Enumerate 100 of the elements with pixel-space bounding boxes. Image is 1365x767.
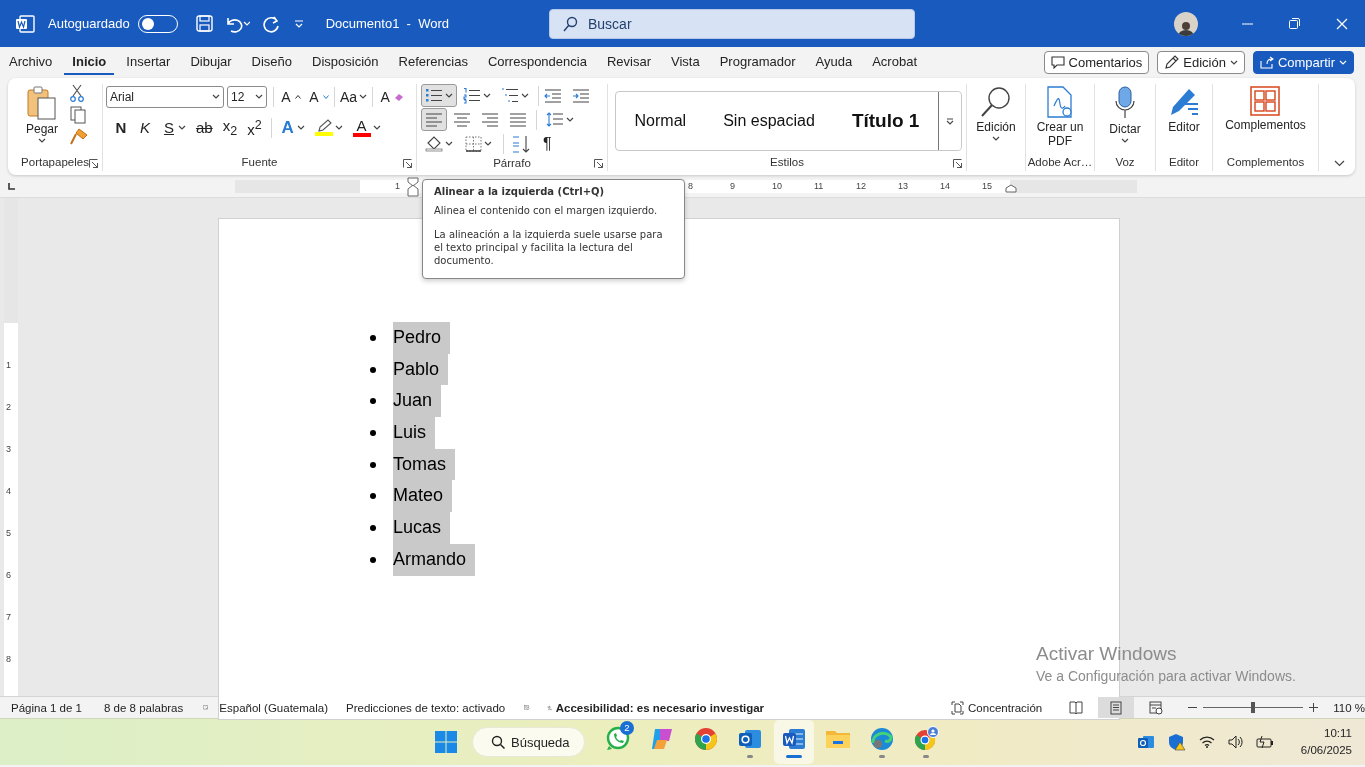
- avatar-icon[interactable]: [1174, 11, 1198, 36]
- comment-icon: [1050, 56, 1065, 69]
- search-field[interactable]: Buscar: [549, 8, 915, 39]
- style-option[interactable]: Normal: [634, 112, 687, 130]
- ribbon-tab[interactable]: Revisar: [598, 50, 659, 75]
- caret-icon: [1339, 60, 1347, 65]
- ruler-number: 1: [6, 360, 11, 370]
- text-predictions-label[interactable]: Predicciones de texto: activado: [346, 701, 506, 714]
- ribbon-tab[interactable]: Inicio: [64, 50, 115, 75]
- ribbon-tab[interactable]: Diseño: [243, 50, 301, 75]
- text-effects-button[interactable]: A: [276, 116, 309, 139]
- bulleted-list-button[interactable]: [421, 84, 457, 107]
- mail-tray-icon[interactable]: [1136, 734, 1155, 750]
- font-color-button[interactable]: A: [348, 116, 385, 139]
- bullet-icon: [370, 524, 376, 531]
- dialog-launcher-icon[interactable]: [953, 159, 962, 168]
- print-layout-button[interactable]: [1098, 697, 1135, 718]
- start-icon[interactable]: [434, 730, 458, 754]
- scissors-icon[interactable]: [70, 84, 85, 102]
- customize-icon[interactable]: [293, 19, 304, 28]
- ruler-number: 8: [688, 180, 693, 193]
- ribbon-tab[interactable]: Acrobat: [864, 50, 925, 75]
- ribbon-tab[interactable]: Insertar: [118, 50, 179, 75]
- search-input[interactable]: Buscar: [588, 9, 914, 38]
- bold-button[interactable]: N: [110, 116, 132, 139]
- security-warning-icon[interactable]: [1167, 733, 1186, 751]
- zoom-in-icon[interactable]: [1309, 703, 1319, 712]
- italic-button[interactable]: K: [134, 116, 156, 139]
- ribbon-tab[interactable]: Vista: [663, 50, 708, 75]
- dialog-launcher-icon[interactable]: [594, 159, 603, 168]
- up-mark-icon: [295, 94, 301, 99]
- tab-stop-icon[interactable]: [7, 182, 15, 190]
- bullet-icon: [370, 493, 376, 500]
- underline-button[interactable]: S: [158, 116, 190, 139]
- focus-mode-button[interactable]: Concentración: [951, 700, 1043, 715]
- ribbon-tab[interactable]: Archivo: [1, 50, 61, 75]
- sort-icon[interactable]: [511, 134, 531, 153]
- decrease-indent-icon[interactable]: [544, 88, 562, 103]
- word-count[interactable]: 8 de 8 palabras: [104, 701, 184, 714]
- shrink-font-button[interactable]: A: [304, 85, 332, 108]
- dictate-button[interactable]: Dictar: [1105, 84, 1145, 145]
- save-icon[interactable]: [195, 15, 213, 32]
- dialog-launcher-icon[interactable]: [403, 159, 412, 168]
- editor-button[interactable]: Editor: [1164, 84, 1204, 136]
- ribbon-tab[interactable]: Disposición: [304, 50, 387, 75]
- copy-icon[interactable]: [70, 106, 87, 124]
- style-option[interactable]: Sin espaciad: [723, 112, 815, 130]
- highlighter-icon: [315, 119, 332, 132]
- ribbon-tab[interactable]: Dibujar: [182, 50, 240, 75]
- list-item: Mateo: [393, 480, 453, 513]
- line-spacing-icon: [546, 112, 564, 127]
- superscript-button[interactable]: x$^{2}$: [243, 116, 266, 139]
- language-label[interactable]: Español (Guatemala): [219, 701, 328, 714]
- clear-formatting-button[interactable]: A: [375, 85, 408, 108]
- dialog-launcher-icon[interactable]: [89, 159, 98, 168]
- wifi-icon[interactable]: [1198, 736, 1215, 748]
- taskbar-app[interactable]: 2: [598, 720, 638, 764]
- ribbon-tab[interactable]: Correspondencia: [479, 50, 595, 75]
- search-icon: [562, 15, 578, 32]
- styles-more-button[interactable]: [938, 92, 961, 150]
- find-button[interactable]: Edición: [972, 84, 1020, 143]
- share-button[interactable]: Compartir: [1252, 51, 1354, 74]
- show-formatting-button[interactable]: ¶: [539, 132, 556, 155]
- caret-icon: [566, 117, 574, 122]
- ribbon-tab[interactable]: Ayuda: [807, 50, 861, 75]
- battery-charging-icon[interactable]: [1255, 735, 1274, 749]
- comments-button[interactable]: Comentarios: [1043, 51, 1150, 74]
- collapse-ribbon-icon[interactable]: [1334, 160, 1345, 167]
- bullet-icon: [370, 334, 376, 341]
- zoom-level[interactable]: 110 %: [1333, 701, 1365, 714]
- ruler-number: 8: [6, 654, 11, 664]
- indent-marker-icon[interactable]: [407, 177, 419, 197]
- grow-font-button[interactable]: A: [276, 85, 304, 108]
- paste-button[interactable]: Pegar: [22, 84, 63, 145]
- taskbar-app[interactable]: [774, 720, 814, 764]
- font-size-field[interactable]: 12: [227, 85, 267, 108]
- clock-date[interactable]: 6/06/2025: [1300, 742, 1352, 759]
- close-icon: [1335, 17, 1348, 30]
- editing-mode-button[interactable]: Edición: [1157, 51, 1245, 74]
- page-count[interactable]: Página 1 de 1: [11, 701, 82, 714]
- paintbrush-icon[interactable]: [70, 128, 89, 145]
- taskbar-search-field[interactable]: Búsqueda: [472, 727, 585, 757]
- accessibility-status[interactable]: Accesibilidad: es necesario investigar: [555, 701, 765, 714]
- ribbon-tab[interactable]: Referencias: [390, 50, 476, 75]
- subscript-button[interactable]: x$_{2}$: [218, 116, 242, 139]
- style-option[interactable]: Título 1: [851, 110, 920, 132]
- increase-indent-icon[interactable]: [572, 88, 590, 103]
- volume-icon[interactable]: [1227, 735, 1243, 749]
- add-ins-button[interactable]: Complementos: [1221, 84, 1310, 134]
- group-label: Estilos: [770, 156, 804, 168]
- change-case-button[interactable]: Aa: [337, 85, 371, 108]
- strikethrough-button[interactable]: ab: [192, 116, 217, 139]
- indent-marker-icon[interactable]: [1005, 184, 1017, 193]
- redo-icon[interactable]: [261, 14, 280, 33]
- ribbon-tab[interactable]: Programador: [711, 50, 804, 75]
- zoom-slider-thumb[interactable]: [1251, 702, 1256, 713]
- bullet-icon: [370, 398, 376, 405]
- create-pdf-button[interactable]: Crear un PDF: [1032, 84, 1088, 150]
- clock-time[interactable]: 10:11: [1300, 725, 1352, 742]
- font-name-field[interactable]: Arial: [106, 85, 224, 108]
